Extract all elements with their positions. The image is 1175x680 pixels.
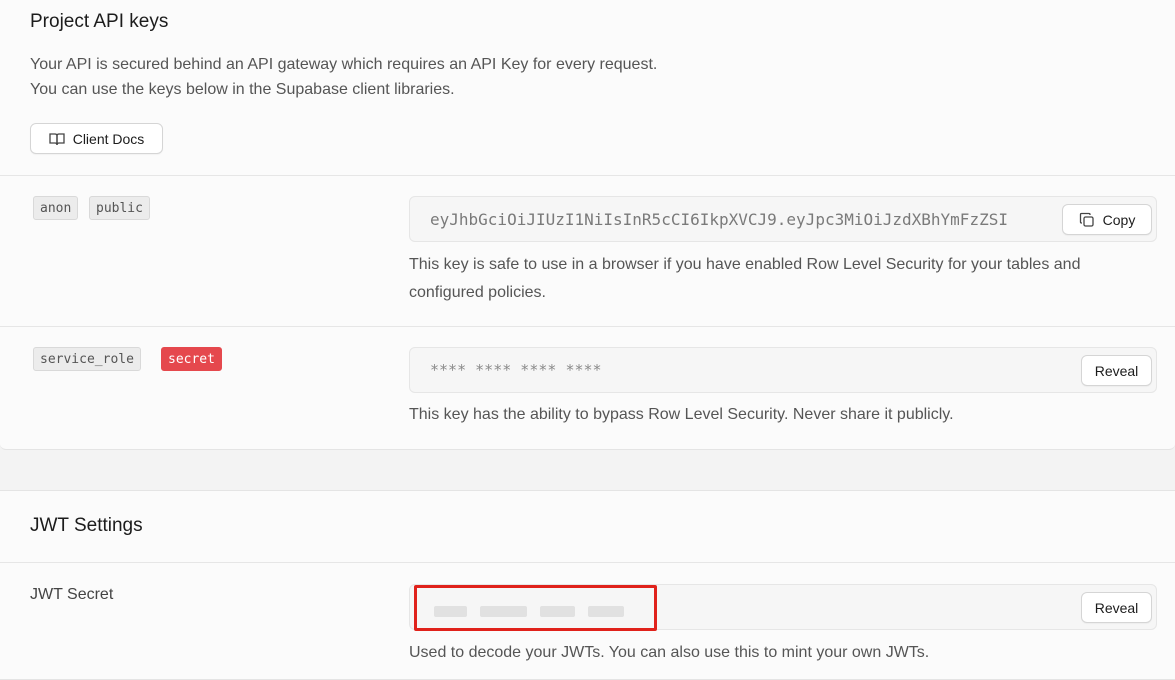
redacted-block	[434, 606, 467, 617]
anon-key-field[interactable]: eyJhbGciOiJIUzI1NiIsInR5cCI6IkpXVCJ9.eyJ…	[409, 196, 1157, 242]
service-role-key-field[interactable]: **** **** **** **** Reveal	[409, 347, 1157, 393]
reveal-button[interactable]: Reveal	[1081, 355, 1152, 386]
key-tag-service-role: service_role	[33, 347, 141, 371]
copy-icon	[1079, 212, 1095, 228]
redacted-block	[588, 606, 624, 617]
anon-key-help: This key is safe to use in a browser if …	[409, 256, 1081, 301]
api-keys-description-line2: You can use the keys below in the Supaba…	[30, 81, 455, 98]
service-role-key-help: This key has the ability to bypass Row L…	[409, 406, 954, 423]
jwt-secret-help: Used to decode your JWTs. You can also u…	[409, 644, 930, 661]
api-keys-title: Project API keys	[30, 11, 169, 32]
redacted-secret-highlight	[414, 585, 657, 631]
jwt-reveal-button[interactable]: Reveal	[1081, 592, 1152, 623]
redacted-block	[480, 606, 527, 617]
api-keys-card: Project API keys Your API is secured beh…	[0, 0, 1175, 450]
jwt-secret-label: JWT Secret	[30, 586, 114, 603]
divider	[0, 562, 1175, 563]
book-icon	[49, 132, 65, 146]
key-tag-secret: secret	[161, 347, 222, 371]
service-role-key-value: **** **** **** ****	[430, 361, 602, 379]
copy-button[interactable]: Copy	[1062, 204, 1152, 235]
divider	[0, 326, 1175, 327]
key-tag-anon: anon	[33, 196, 79, 220]
copy-label: Copy	[1102, 211, 1136, 228]
client-docs-label: Client Docs	[72, 130, 145, 147]
divider	[0, 175, 1175, 176]
anon-key-value: eyJhbGciOiJIUzI1NiIsInR5cCI6IkpXVCJ9.eyJ…	[430, 209, 1008, 229]
jwt-settings-title: JWT Settings	[30, 515, 143, 536]
api-keys-description-line1: Your API is secured behind an API gatewa…	[30, 56, 658, 73]
client-docs-button[interactable]: Client Docs	[30, 123, 163, 154]
redacted-block	[540, 606, 575, 617]
key-tag-public: public	[89, 196, 150, 220]
